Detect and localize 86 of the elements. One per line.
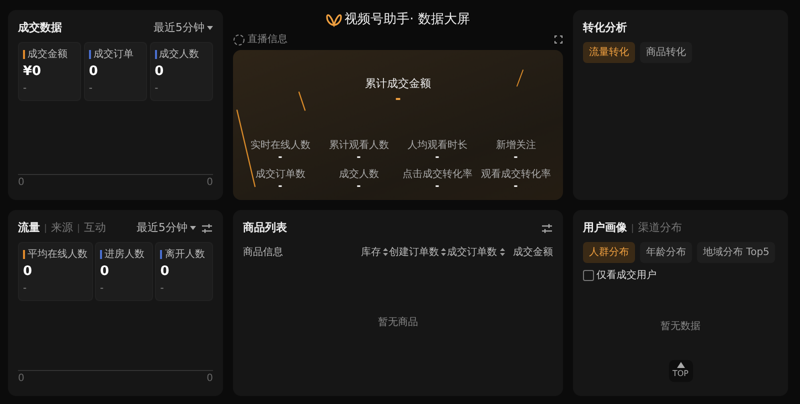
stat-label: 人均观看时长 [406,138,468,153]
sort-icon[interactable] [383,248,388,256]
tab[interactable]: 商品转化 [640,42,692,62]
hero-title: 累计成交金额 [365,76,431,92]
panel-title: 成交数据 [18,20,62,36]
axis-label: 0 [18,372,24,386]
sort-icon[interactable] [500,248,505,256]
stat-label: 新增关注 [494,138,537,153]
metric-label: 成交金额 [28,48,68,62]
axis-label: 0 [206,372,213,386]
panel-title: 商品列表 [243,220,287,236]
column-header: 成交订单数 [447,246,498,260]
column-header: 库存 [360,246,381,260]
stat-label: 实时在线人数 [249,138,312,153]
stat-value: - [512,182,519,192]
filter-icon[interactable] [541,222,553,234]
stat-value: - [277,153,284,163]
stat-value: - [277,182,284,192]
column-header: 创建订单数 [388,246,439,260]
metric-value: 0 [160,262,170,280]
range-dropdown[interactable]: 最近5分钟 [154,20,213,36]
stat-label: 成交订单数 [254,168,306,182]
tab[interactable]: 来源 [51,220,73,236]
stat-value: - [356,153,362,163]
metric-sub: - [23,282,28,296]
empty-text: 暂无商品 [378,316,418,330]
caret-icon [207,26,213,30]
filter-icon[interactable] [201,222,213,234]
metric-card[interactable]: 平均在线人数 0 - [18,242,92,301]
metric-card[interactable]: 进房人数 0 - [95,242,153,301]
metric-value: 0 [100,262,110,280]
metric-card[interactable]: 成交人数 0 - [150,42,213,101]
metric-value: ¥0 [23,62,42,80]
metric-value: 0 [88,62,99,80]
expand-icon[interactable] [554,35,563,44]
metric-sub: - [100,282,105,296]
sort-icon[interactable] [441,248,446,256]
metric-label: 离开人数 [164,248,205,262]
column-header: 商品信息 [243,246,283,260]
tab[interactable]: 流量转化 [583,42,635,62]
logo-icon [326,12,342,27]
metric-label: 成交订单 [93,48,134,62]
circle-icon [233,34,245,46]
metric-label: 成交人数 [159,48,200,62]
column-header: 成交金额 [513,246,553,260]
metric-label: 进房人数 [104,248,144,262]
light-streak [298,91,306,110]
metric-card[interactable]: 成交金额 ¥0 - [18,42,82,101]
filter-button[interactable]: 人群分布 [583,242,635,262]
stat-value: - [356,182,362,192]
back-to-top-button[interactable]: TOP [668,360,692,382]
stat-label: 累计观看人数 [328,138,390,153]
tab[interactable]: 渠道分布 [638,220,682,236]
metric-value: 0 [23,262,34,280]
axis-label: 0 [206,176,213,190]
page-title: 视频号助手· 数据大屏 [344,11,470,29]
checkbox-label: 仅看成交用户 [596,268,656,282]
stat-label: 观看成交转化率 [480,168,552,182]
metric-card[interactable]: 成交订单 0 - [84,42,148,101]
stat-value: - [512,153,519,163]
stat-label: 成交人数 [338,168,380,182]
empty-text: 暂无数据 [660,320,700,334]
light-streak [516,69,524,86]
stat-label: 点击成交转化率 [401,168,474,182]
stat-value: - [434,153,440,163]
metric-card[interactable]: 离开人数 0 - [155,242,213,301]
metric-sub: - [23,82,28,96]
hero-value: - [395,92,401,106]
tab[interactable]: 互动 [84,220,106,236]
metric-sub: - [88,82,94,96]
axis-label: 0 [18,176,24,190]
panel-title: 转化分析 [583,20,628,36]
caret-icon [190,226,196,230]
metric-label: 平均在线人数 [28,248,88,262]
filter-button[interactable]: 年龄分布 [640,242,692,262]
metric-value: 0 [154,62,165,80]
stat-value: - [434,182,440,192]
up-arrow-icon [676,362,684,368]
live-info-label: 直播信息 [248,32,288,47]
tab[interactable]: 用户画像 [583,220,627,236]
checkbox[interactable] [583,270,594,280]
metric-sub: - [160,282,165,296]
filter-button[interactable]: 地域分布 Top5 [697,242,776,262]
metric-sub: - [154,82,160,96]
tab[interactable]: 流量 [18,220,40,236]
range-dropdown[interactable]: 最近5分钟 [136,220,196,236]
